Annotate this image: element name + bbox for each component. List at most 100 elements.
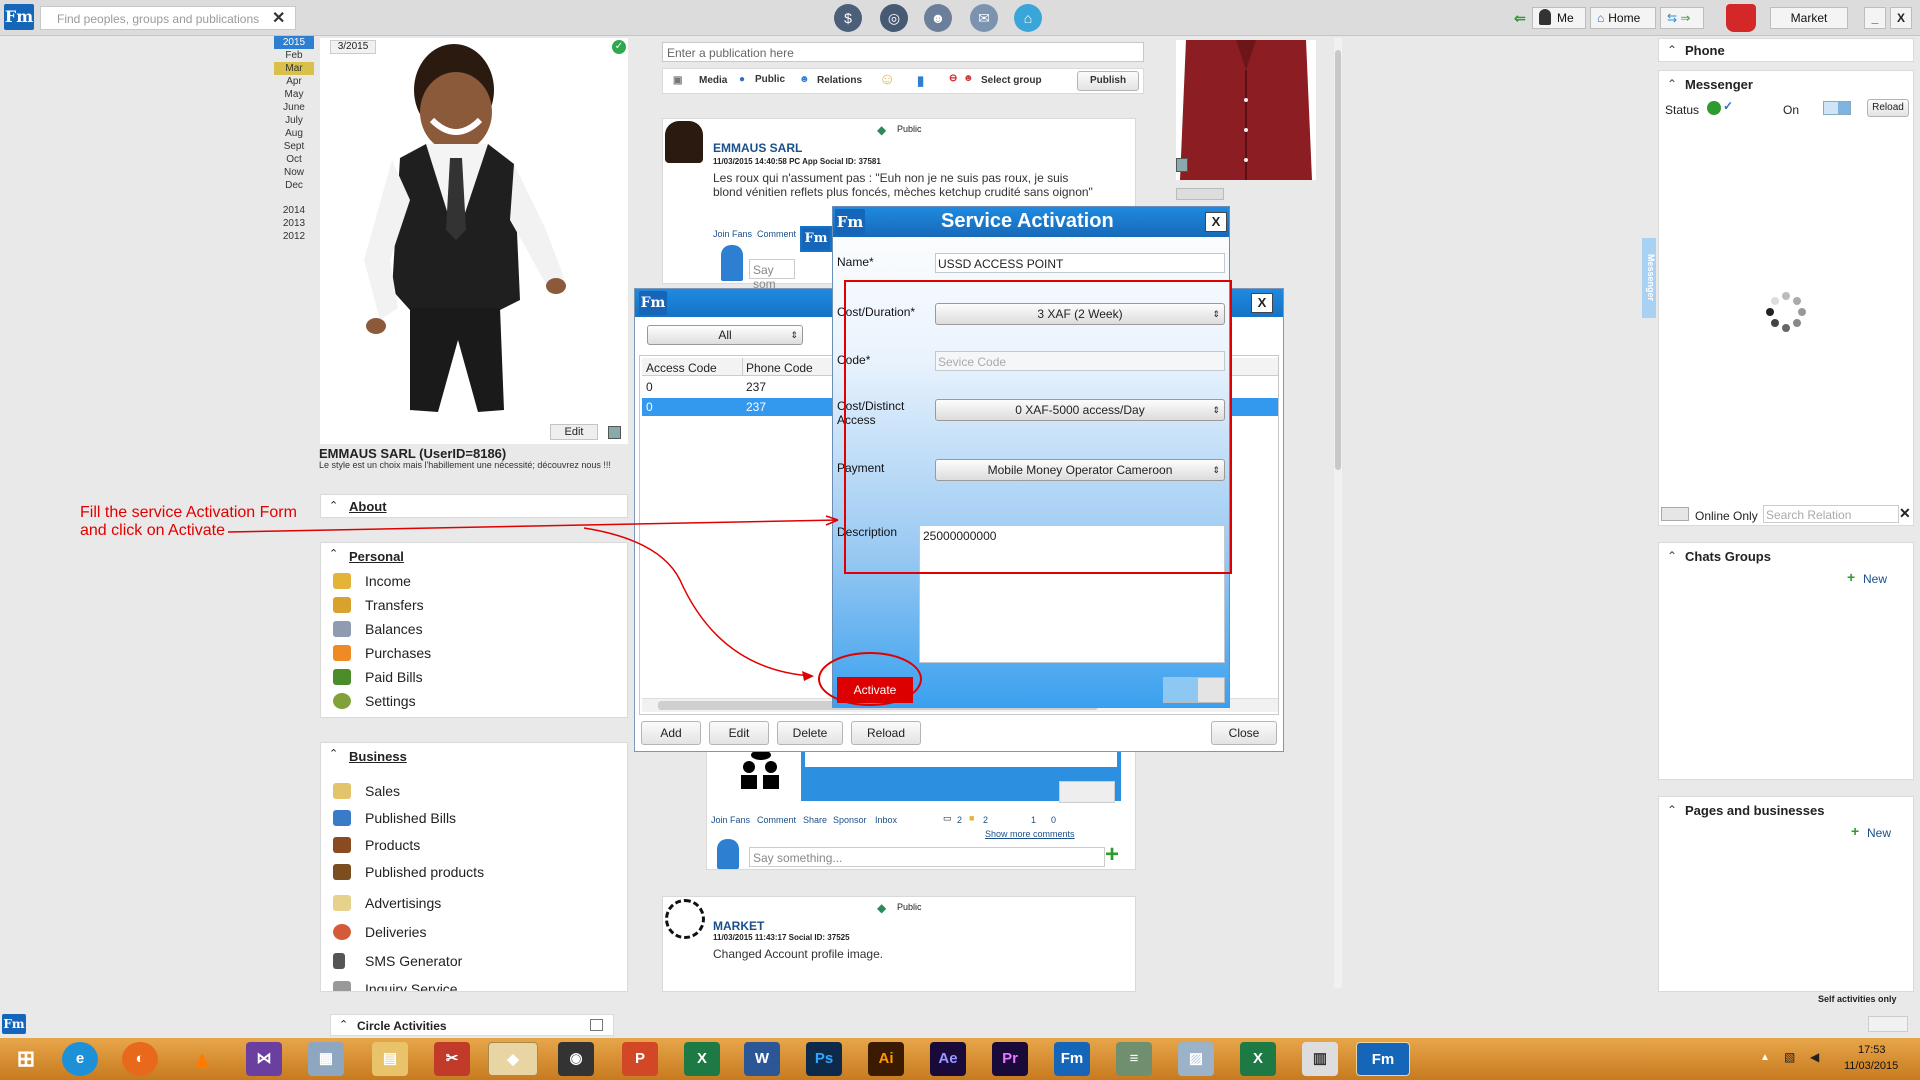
excel-window-icon[interactable]: X [1240, 1042, 1276, 1076]
self-activities-toggle[interactable] [1868, 1016, 1908, 1032]
status-toggle[interactable] [1823, 101, 1851, 115]
month-item[interactable]: May [274, 88, 314, 101]
edit-button[interactable]: Edit [709, 721, 769, 745]
menu-item-products[interactable]: Products [333, 837, 420, 853]
filter-select[interactable]: All ⇕ [647, 325, 803, 345]
scrollbar-thumb[interactable] [1335, 50, 1341, 470]
fm-app-icon[interactable]: Fm [1054, 1042, 1090, 1076]
menu-item-paid-bills[interactable]: Paid Bills [333, 669, 423, 685]
clock-date[interactable]: 11/03/2015 [1844, 1060, 1898, 1072]
network-status-icon[interactable]: ▧ [1784, 1050, 1795, 1064]
windows-start-icon[interactable]: ⊞ [8, 1042, 44, 1076]
menu-item-purchases[interactable]: Purchases [333, 645, 431, 661]
product-image[interactable] [1176, 40, 1316, 180]
word-icon[interactable]: W [744, 1042, 780, 1076]
emoji-icon[interactable]: ☺ [879, 71, 895, 89]
comment-input[interactable]: Say som [749, 259, 795, 291]
people-icon[interactable]: ☻ [924, 4, 952, 32]
close-dialog-button[interactable]: X [1251, 293, 1273, 313]
collapse-icon[interactable]: ⌃ [1667, 77, 1677, 91]
collapse-icon[interactable]: ⌃ [1667, 549, 1677, 563]
new-page-link[interactable]: New [1867, 826, 1891, 840]
close-button[interactable]: Close [1211, 721, 1277, 745]
excel-icon[interactable]: X [684, 1042, 720, 1076]
clear-search-icon[interactable]: ✕ [272, 8, 285, 28]
fm-app-active-icon[interactable]: Fm [1356, 1042, 1410, 1076]
collapse-icon[interactable]: ⌃ [329, 547, 338, 560]
document-window-icon[interactable]: ▥ [1302, 1042, 1338, 1076]
menu-item-published-bills[interactable]: Published Bills [333, 810, 456, 826]
like-icon[interactable]: ■ [969, 813, 974, 823]
after-effects-icon[interactable]: Ae [930, 1042, 966, 1076]
month-item[interactable]: Apr [274, 75, 314, 88]
internet-explorer-icon[interactable]: e [62, 1042, 98, 1076]
month-item[interactable]: Oct [274, 153, 314, 166]
menu-item-published-products[interactable]: Published products [333, 864, 484, 880]
month-item[interactable]: July [274, 114, 314, 127]
illustrator-icon[interactable]: Ai [868, 1042, 904, 1076]
menu-item-income[interactable]: Income [333, 573, 411, 589]
join-fans-link[interactable]: Join Fans [711, 815, 750, 825]
business-link[interactable]: Business [349, 749, 407, 764]
snipping-tool-icon[interactable]: ✂ [434, 1042, 470, 1076]
publication-input[interactable]: Enter a publication here [662, 42, 1144, 62]
volume-icon[interactable]: ◀ [1810, 1050, 1819, 1064]
file-explorer-icon[interactable]: ▤ [372, 1042, 408, 1076]
relations-button[interactable]: Relations [817, 75, 862, 86]
add-icon[interactable]: + [1847, 569, 1855, 585]
visual-studio-icon[interactable]: ⋈ [246, 1042, 282, 1076]
menu-item-sms-generator[interactable]: SMS Generator [333, 953, 462, 969]
market-avatar[interactable] [665, 899, 705, 939]
year-item[interactable]: 2014 [274, 204, 314, 217]
search-relation-input[interactable]: Search Relation [1763, 505, 1899, 523]
name-input[interactable]: USSD ACCESS POINT [935, 253, 1225, 273]
clock-time[interactable]: 17:53 [1858, 1044, 1886, 1056]
image-edit-icon[interactable] [1176, 158, 1188, 172]
powerpoint-icon[interactable]: P [622, 1042, 658, 1076]
menu-item-inquiry-service[interactable]: Inquiry Service [333, 981, 458, 991]
month-item[interactable]: Feb [274, 49, 314, 62]
about-link[interactable]: About [349, 499, 387, 514]
messenger-side-tab[interactable]: Messenger [1642, 238, 1656, 318]
collapse-icon[interactable]: ⌃ [329, 747, 338, 760]
column-header-access-code[interactable]: Access Code [646, 361, 717, 375]
home-button[interactable]: ⌂ Home [1590, 7, 1656, 29]
select-group-button[interactable]: Select group [981, 75, 1042, 86]
reload-button[interactable]: Reload [851, 721, 921, 745]
image-edit-icon[interactable] [608, 426, 621, 439]
market-button[interactable]: Market [1770, 7, 1848, 29]
me-button[interactable]: Me [1532, 7, 1586, 29]
post-author[interactable]: EMMAUS SARL [713, 141, 802, 155]
app-logo-small[interactable]: Fm [2, 1014, 26, 1034]
microphone-icon[interactable]: ▮ [917, 73, 924, 89]
collapse-icon[interactable]: ⌃ [329, 499, 338, 512]
menu-item-transfers[interactable]: Transfers [333, 597, 424, 613]
clear-search-icon[interactable]: ✕ [1899, 505, 1911, 522]
comment-input[interactable]: Say something... [749, 847, 1105, 867]
edit-profile-button[interactable]: Edit [550, 424, 598, 440]
year-item[interactable]: 2012 [274, 230, 314, 243]
menu-item-advertisings[interactable]: Advertisings [333, 895, 441, 911]
cart-icon[interactable] [1726, 4, 1756, 32]
show-more-comments-link[interactable]: Show more comments [985, 829, 1075, 839]
inbox-link[interactable]: Inbox [875, 815, 897, 825]
post-author[interactable]: MARKET [713, 919, 764, 933]
comment-link[interactable]: Comment [757, 815, 796, 825]
month-item-selected[interactable]: Mar [274, 62, 314, 75]
firefox-icon[interactable]: ◐ [122, 1042, 158, 1076]
year-item[interactable]: 2015 [274, 36, 314, 49]
month-item[interactable]: Now [274, 166, 314, 179]
back-arrow-icon[interactable]: ⇐ [1514, 10, 1526, 27]
join-fans-link[interactable]: Join Fans [713, 229, 752, 239]
comment-link[interactable]: Comment [757, 229, 796, 239]
collapse-icon[interactable]: ⌃ [1667, 803, 1677, 817]
public-button[interactable]: Public [755, 74, 785, 85]
collapse-icon[interactable]: ⌃ [1667, 43, 1677, 57]
new-chat-group-link[interactable]: New [1863, 572, 1887, 586]
chat-icon[interactable]: ✉ [970, 4, 998, 32]
add-button[interactable]: Add [641, 721, 701, 745]
menu-item-deliveries[interactable]: Deliveries [333, 924, 426, 940]
reload-button[interactable]: Reload [1867, 99, 1909, 117]
author-avatar[interactable] [665, 121, 703, 163]
premiere-icon[interactable]: Pr [992, 1042, 1028, 1076]
